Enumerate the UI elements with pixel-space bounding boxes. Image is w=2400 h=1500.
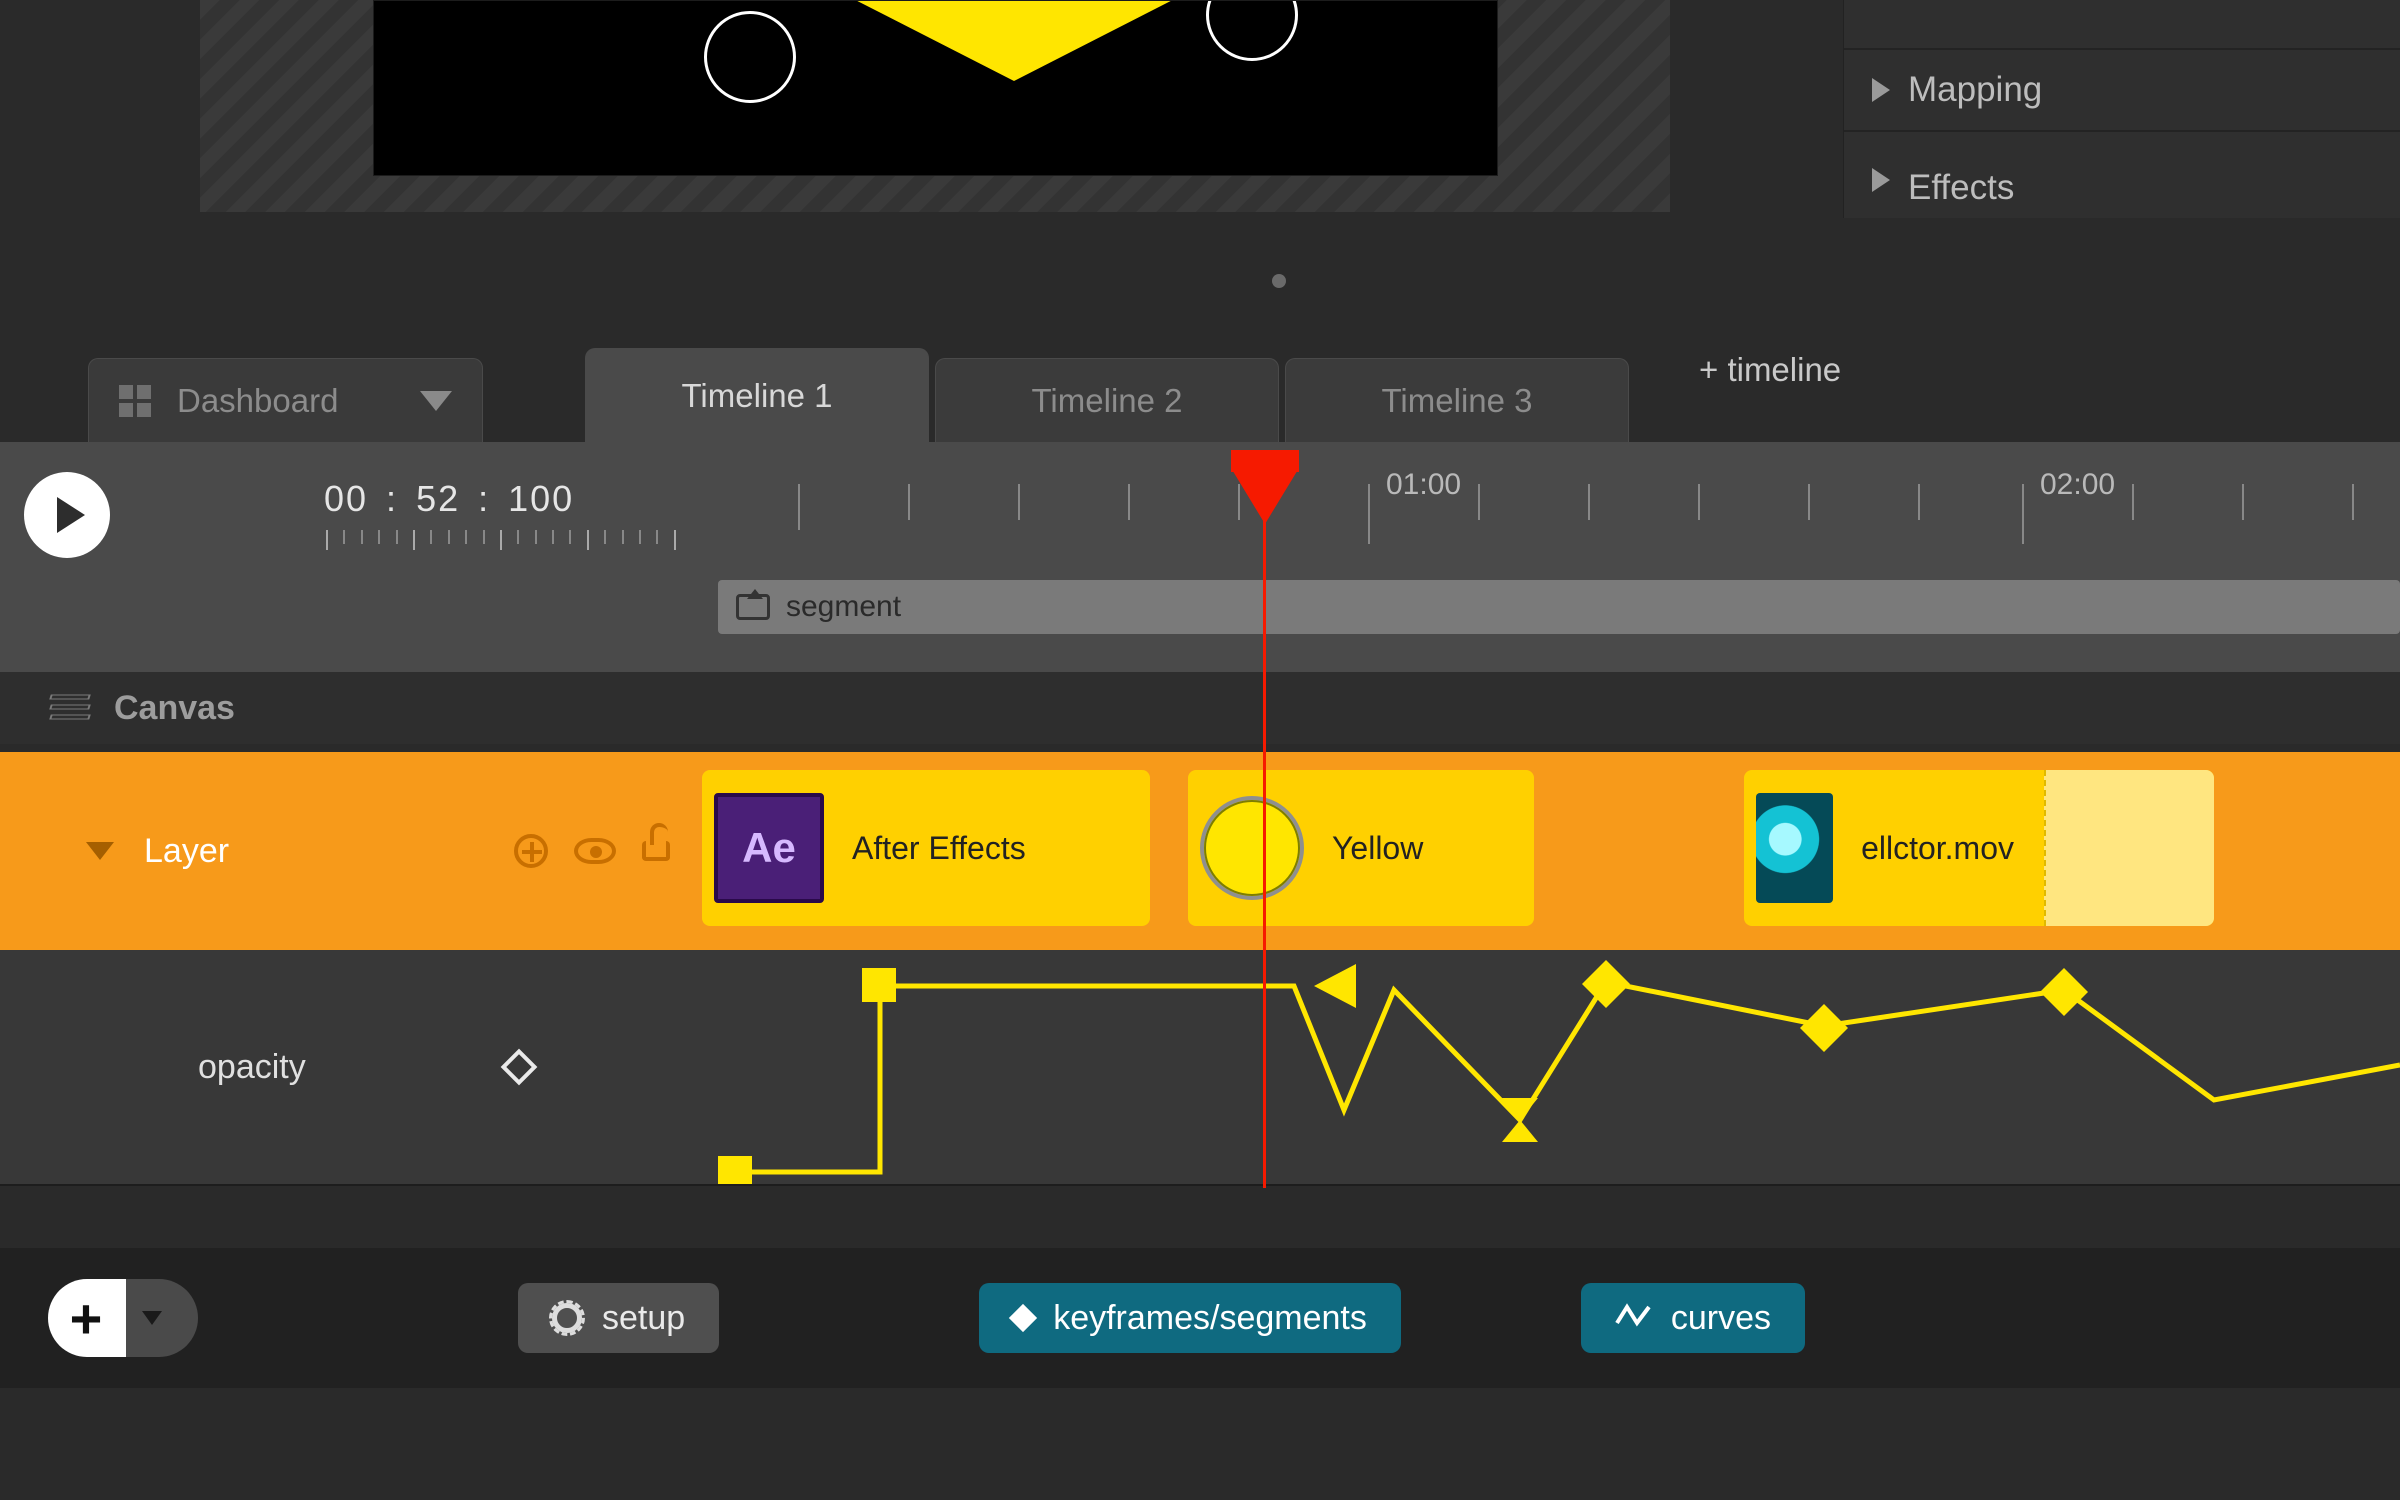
keyframe-arrow-left[interactable]: [1314, 964, 1356, 1008]
tab-timeline-2[interactable]: Timeline 2: [935, 358, 1279, 442]
timecode-sep: :: [478, 478, 490, 520]
tab-dashboard[interactable]: Dashboard: [88, 358, 483, 442]
timecode-fine-ticks: [326, 530, 676, 550]
keyframe-square[interactable]: [718, 1156, 752, 1184]
tab-label: Timeline 1: [682, 377, 833, 415]
tabs-bar: Dashboard Timeline 1 Timeline 2 Timeline…: [0, 322, 2400, 442]
play-button[interactable]: [24, 472, 110, 558]
tab-label: Timeline 3: [1382, 382, 1533, 420]
segment-track[interactable]: segment: [718, 580, 2400, 634]
clip-after-effects[interactable]: Ae After Effects: [702, 770, 1150, 926]
caret-right-icon: [1872, 168, 1890, 192]
clip-ellctor-mov[interactable]: ellctor.mov: [1744, 770, 2214, 926]
canvas-header-row[interactable]: Canvas: [0, 672, 2400, 744]
tab-label: Dashboard: [177, 382, 338, 420]
property-name: opacity: [198, 1048, 306, 1087]
panel-mapping[interactable]: Mapping: [1844, 48, 2400, 130]
dashboard-grid-icon: [119, 385, 151, 417]
layer-row-left[interactable]: Layer: [0, 752, 694, 950]
panel-spacer: [1844, 0, 2400, 48]
preview-handle-circle[interactable]: [704, 11, 796, 103]
visibility-eye-icon[interactable]: [574, 838, 616, 864]
keyframe-square[interactable]: [862, 968, 896, 1002]
right-panel-column: Mapping Effects: [1843, 0, 2400, 218]
dropdown-caret-icon[interactable]: [420, 391, 452, 411]
caret-right-icon: [1872, 78, 1890, 102]
keyframe-diamond[interactable]: [1800, 1004, 1848, 1052]
add-timeline-button[interactable]: + timeline: [1699, 351, 1841, 389]
timecode-ff: 100: [508, 478, 574, 520]
segment-icon: [736, 594, 770, 620]
timecode-hh: 00: [324, 478, 368, 520]
pagination-dot[interactable]: [1272, 274, 1286, 288]
timeline-header: 00 : 52 : 100 01:00 02:00: [0, 442, 2400, 672]
property-track-row: opacity: [0, 950, 2400, 1184]
tab-label: Timeline 2: [1032, 382, 1183, 420]
playhead-line[interactable]: [1263, 512, 1266, 1188]
layer-caret-icon[interactable]: [86, 842, 114, 860]
upper-area: Mapping Effects: [0, 0, 2400, 320]
property-left: opacity: [0, 950, 694, 1184]
layers-stack-icon: [50, 692, 90, 724]
button-label: curves: [1671, 1299, 1771, 1338]
canvas-label: Canvas: [114, 689, 235, 728]
add-clip-icon[interactable]: [514, 834, 548, 868]
clip-thumbnail-video-icon: [1756, 793, 1833, 903]
clip-thumbnail-circle-icon: [1200, 796, 1304, 900]
setup-button[interactable]: setup: [518, 1283, 719, 1353]
diamond-icon: [1009, 1304, 1037, 1332]
curves-button[interactable]: curves: [1581, 1283, 1805, 1353]
timeline-gutter: [0, 1184, 2400, 1248]
keyframe-hourglass[interactable]: [1502, 1120, 1538, 1142]
tab-timeline-1[interactable]: Timeline 1: [585, 348, 929, 442]
dropdown-caret-icon: [142, 1311, 162, 1325]
ruler-label: 01:00: [1386, 468, 1461, 502]
button-label: setup: [602, 1299, 685, 1338]
preview-triangle-shape: [544, 0, 1484, 81]
layer-row: Layer Ae After Effects Yellow ellctor.mo…: [0, 752, 2400, 950]
add-keyframe-diamond-icon[interactable]: [500, 1049, 537, 1086]
lock-open-icon[interactable]: [642, 841, 670, 861]
panel-label: Mapping: [1908, 70, 2042, 110]
time-ruler[interactable]: 01:00 02:00: [718, 462, 2400, 578]
opacity-curve-line: [734, 982, 2400, 1172]
plus-icon: +: [52, 1284, 120, 1352]
play-icon: [57, 497, 85, 533]
button-label: keyframes/segments: [1053, 1299, 1367, 1338]
add-menu-button[interactable]: +: [48, 1279, 198, 1357]
keyframe-diamond[interactable]: [2040, 968, 2088, 1016]
timecode-readout[interactable]: 00 : 52 : 100: [324, 478, 574, 520]
layer-name: Layer: [144, 832, 229, 871]
gear-icon: [552, 1303, 582, 1333]
preview-viewport: [200, 0, 1670, 212]
panel-label: Effects: [1908, 168, 2014, 208]
panel-effects[interactable]: Effects: [1844, 130, 2400, 218]
clip-yellow[interactable]: Yellow: [1188, 770, 1534, 926]
clip-label: Yellow: [1332, 830, 1423, 867]
clip-label: ellctor.mov: [1861, 830, 2014, 867]
ruler-label: 02:00: [2040, 468, 2115, 502]
timecode-sep: :: [386, 478, 398, 520]
timecode-mm: 52: [416, 478, 460, 520]
clip-thumbnail-ae-icon: Ae: [714, 793, 824, 903]
clip-label: After Effects: [852, 830, 1026, 867]
tab-timeline-3[interactable]: Timeline 3: [1285, 358, 1629, 442]
keyframe-diamond[interactable]: [1582, 960, 1630, 1008]
keyframes-segments-button[interactable]: keyframes/segments: [979, 1283, 1401, 1353]
footer-bar: + setup keyframes/segments curves: [0, 1248, 2400, 1388]
curve-icon: [1615, 1299, 1651, 1338]
preview-canvas[interactable]: [373, 0, 1498, 176]
curve-editor[interactable]: [694, 950, 2400, 1184]
segment-label: segment: [786, 590, 901, 624]
clip-fade-region[interactable]: [2044, 770, 2214, 926]
